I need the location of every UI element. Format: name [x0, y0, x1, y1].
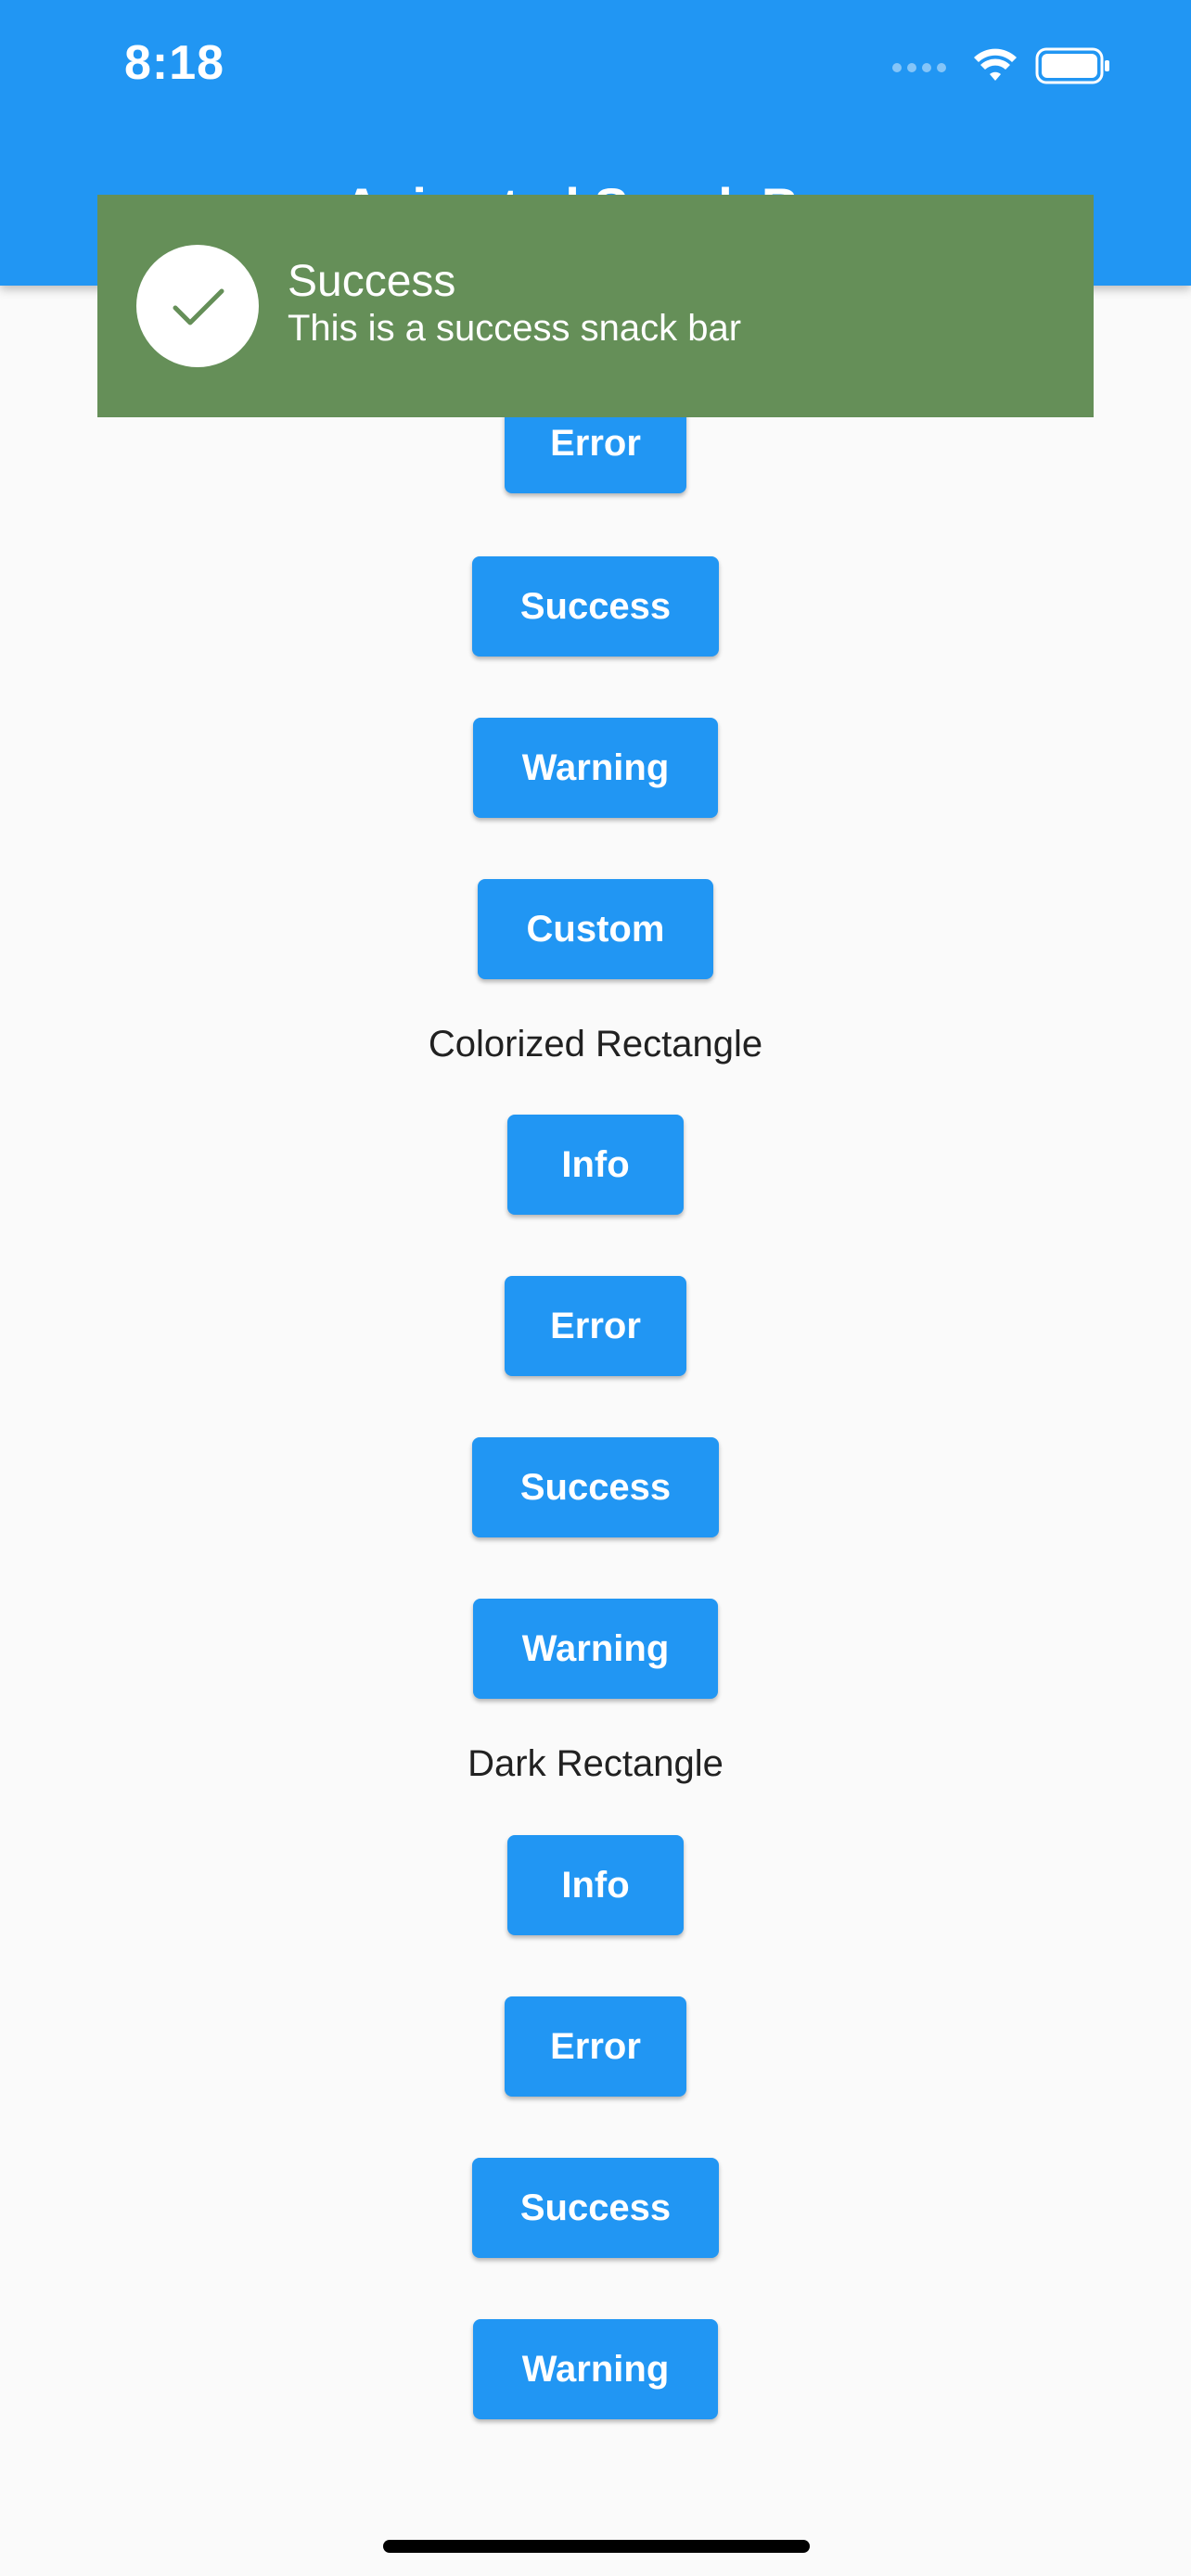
status-icons: [892, 45, 1111, 91]
success-snackbar[interactable]: Success This is a success snack bar: [97, 195, 1094, 417]
custom-button[interactable]: Custom: [478, 879, 713, 979]
dark-success-button[interactable]: Success: [472, 2158, 719, 2258]
warning-button[interactable]: Warning: [473, 718, 718, 818]
dark-warning-button[interactable]: Warning: [473, 2319, 718, 2419]
success-button[interactable]: Success: [472, 556, 719, 657]
colorized-warning-button[interactable]: Warning: [473, 1599, 718, 1699]
status-time: 8:18: [124, 36, 225, 90]
dark-info-button[interactable]: Info: [507, 1835, 684, 1935]
dark-error-button[interactable]: Error: [505, 1996, 686, 2097]
colorized-info-button[interactable]: Info: [507, 1115, 684, 1215]
snackbar-title: Success: [288, 257, 456, 306]
signal-icon: [892, 63, 946, 72]
section-label-colorized-rectangle: Colorized Rectangle: [428, 1024, 763, 1065]
colorized-error-button[interactable]: Error: [505, 1276, 686, 1376]
colorized-success-button[interactable]: Success: [472, 1437, 719, 1537]
wifi-icon: [972, 47, 1018, 89]
section-label-dark-rectangle: Dark Rectangle: [467, 1743, 724, 1784]
home-indicator[interactable]: [383, 2540, 810, 2553]
check-icon: [136, 245, 259, 367]
battery-icon: [1035, 46, 1111, 90]
snackbar-message: This is a success snack bar: [288, 308, 742, 349]
